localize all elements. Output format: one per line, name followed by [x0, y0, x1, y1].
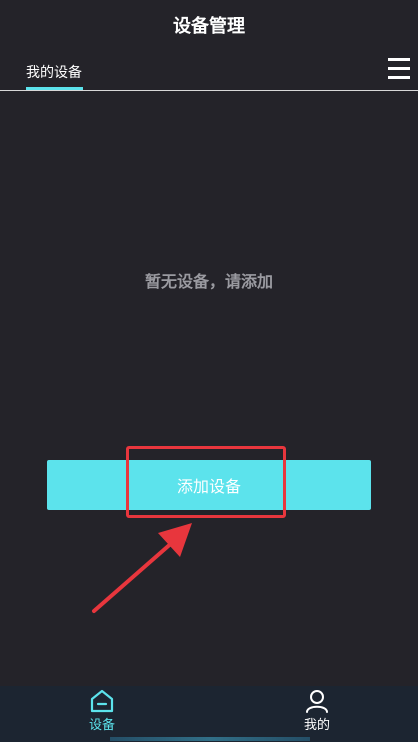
person-icon	[306, 690, 328, 713]
nav-label-devices: 设备	[88, 718, 115, 733]
tab-my-devices[interactable]: 我的设备	[26, 62, 82, 82]
nav-label-mine: 我的	[303, 718, 330, 733]
bottom-navigation: 设备 我的	[0, 686, 418, 742]
nav-item-devices[interactable]: 设备	[72, 686, 132, 742]
home-indicator	[110, 737, 310, 741]
hamburger-menu-icon[interactable]	[388, 58, 410, 80]
home-icon	[90, 689, 114, 713]
empty-state-message: 暂无设备，请添加	[144, 272, 273, 291]
annotation-arrow-icon	[92, 523, 192, 613]
page-title: 设备管理	[173, 16, 245, 37]
nav-item-mine[interactable]: 我的	[287, 686, 347, 742]
header-divider	[0, 90, 418, 91]
add-device-button[interactable]: 添加设备	[47, 460, 371, 510]
